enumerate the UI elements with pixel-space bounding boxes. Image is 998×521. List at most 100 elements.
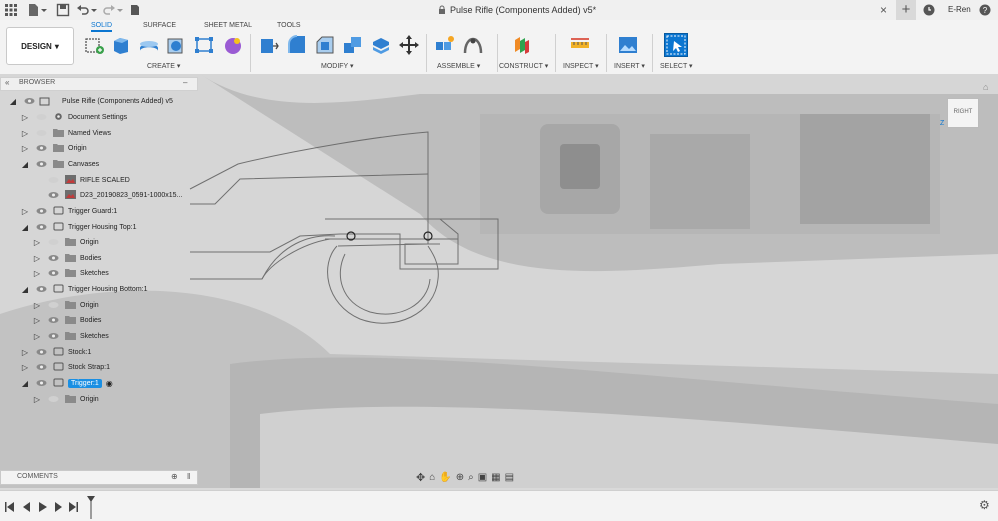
expand-toggle-icon[interactable]: ▷: [20, 144, 30, 153]
look-at-icon[interactable]: ⌂: [429, 472, 435, 483]
eye-hidden-icon[interactable]: [36, 129, 47, 137]
tree-item[interactable]: ▷ Sketches: [32, 329, 109, 343]
timeline-settings-icon[interactable]: ⚙: [979, 498, 990, 512]
eye-icon[interactable]: [24, 97, 35, 105]
eye-icon[interactable]: [36, 207, 47, 215]
tree-item[interactable]: ▷ Bodies: [32, 313, 101, 327]
expand-toggle-icon[interactable]: ▷: [32, 332, 42, 341]
tree-item[interactable]: ▷ Trigger Guard:1: [20, 204, 117, 218]
new-tab-button[interactable]: +: [896, 0, 916, 20]
browser-close-icon[interactable]: –: [183, 78, 187, 87]
job-status-icon[interactable]: [922, 3, 936, 17]
measure-icon[interactable]: [569, 34, 591, 56]
activate-radio-icon[interactable]: ◉: [106, 379, 113, 388]
eye-hidden-icon[interactable]: [48, 176, 59, 184]
save-icon[interactable]: [56, 3, 70, 17]
undo-dropdown-icon[interactable]: [90, 3, 98, 17]
rectangular-pattern-icon[interactable]: [193, 34, 215, 56]
eye-icon[interactable]: [48, 316, 59, 324]
redo-dropdown-icon[interactable]: [116, 3, 124, 17]
eye-icon[interactable]: [36, 285, 47, 293]
expand-toggle-icon[interactable]: ▷: [20, 363, 30, 372]
document-tab[interactable]: Pulse Rifle (Components Added) v5*: [438, 0, 596, 20]
joint-icon[interactable]: [462, 34, 484, 56]
eye-icon[interactable]: [48, 332, 59, 340]
tree-item[interactable]: ▷ Origin: [32, 392, 99, 406]
combine-icon[interactable]: [342, 34, 364, 56]
comments-expand-icon[interactable]: ‖: [187, 472, 190, 481]
display-settings-icon[interactable]: ▣: [478, 472, 487, 483]
add-comment-icon[interactable]: ⊕: [171, 472, 178, 481]
go-to-end-icon[interactable]: [69, 502, 78, 512]
tree-item[interactable]: ◢ Trigger Housing Top:1: [20, 220, 136, 234]
tab-tools[interactable]: TOOLS: [277, 22, 301, 29]
press-pull-icon[interactable]: [258, 34, 280, 56]
tree-item[interactable]: ▷ Bodies: [32, 251, 101, 265]
expand-toggle-icon[interactable]: ◢: [20, 223, 30, 232]
eye-icon[interactable]: [48, 191, 59, 199]
file-dropdown-icon[interactable]: [40, 3, 48, 17]
revolve-icon[interactable]: [138, 34, 160, 56]
file-icon[interactable]: [26, 3, 40, 17]
eye-hidden-icon[interactable]: [36, 113, 47, 121]
tree-item[interactable]: ◢ Trigger:1 ◉: [20, 376, 113, 390]
expand-toggle-icon[interactable]: ▷: [32, 316, 42, 325]
print-icon[interactable]: [128, 3, 142, 17]
tree-item[interactable]: ◢ Trigger Housing Bottom:1: [20, 282, 148, 296]
timeline-marker-icon[interactable]: [86, 495, 96, 519]
expand-toggle-icon[interactable]: ▷: [20, 129, 30, 138]
help-icon[interactable]: ?: [978, 3, 992, 17]
expand-toggle-icon[interactable]: ▷: [20, 348, 30, 357]
create-sketch-icon[interactable]: [83, 34, 105, 56]
inspect-menu[interactable]: INSPECT ▾: [563, 62, 599, 70]
eye-icon[interactable]: [36, 379, 47, 387]
app-grid-icon[interactable]: [4, 3, 18, 17]
select-menu[interactable]: SELECT ▾: [660, 62, 693, 70]
comments-panel[interactable]: COMMENTS ⊕ ‖: [0, 470, 198, 485]
eye-icon[interactable]: [36, 144, 47, 152]
zoom-icon[interactable]: ⊕: [456, 472, 464, 483]
orbit-icon[interactable]: ✥: [416, 471, 425, 484]
expand-toggle-icon[interactable]: ▷: [32, 301, 42, 310]
redo-icon[interactable]: [102, 3, 116, 17]
expand-toggle-icon[interactable]: ▷: [20, 207, 30, 216]
expand-toggle-icon[interactable]: ◢: [20, 285, 30, 294]
home-view-icon[interactable]: ⌂: [983, 82, 988, 92]
tab-sheet-metal[interactable]: SHEET METAL: [204, 22, 252, 29]
tree-item[interactable]: ▷ Origin: [32, 235, 99, 249]
expand-toggle-icon[interactable]: ◢: [8, 97, 18, 106]
collapse-icon[interactable]: «: [5, 78, 9, 87]
eye-hidden-icon[interactable]: [48, 238, 59, 246]
tab-solid[interactable]: SOLID: [91, 22, 113, 32]
tree-item[interactable]: ▷ Named Views: [20, 126, 111, 140]
tree-item[interactable]: ▷ Origin: [20, 141, 87, 155]
view-cube[interactable]: RIGHT: [947, 98, 979, 128]
play-icon[interactable]: [39, 502, 47, 512]
grid-icon[interactable]: ▦: [491, 472, 500, 483]
user-name[interactable]: E-Ren: [948, 5, 971, 14]
form-icon[interactable]: [222, 34, 244, 56]
new-component-icon[interactable]: [434, 34, 456, 56]
shell-icon[interactable]: [370, 34, 392, 56]
offset-plane-icon[interactable]: [511, 34, 533, 56]
tree-root[interactable]: ◢ Pulse Rifle (Components Added) v5: [8, 94, 173, 108]
chamfer-icon[interactable]: [314, 34, 336, 56]
go-to-start-icon[interactable]: [5, 502, 14, 512]
eye-hidden-icon[interactable]: [48, 301, 59, 309]
eye-icon[interactable]: [36, 348, 47, 356]
expand-toggle-icon[interactable]: ▷: [32, 395, 42, 404]
modify-menu[interactable]: MODIFY ▾: [321, 62, 354, 70]
assemble-menu[interactable]: ASSEMBLE ▾: [437, 62, 480, 70]
move-icon[interactable]: [398, 34, 420, 56]
3d-viewport[interactable]: RIGHT Z ⌂: [0, 74, 998, 488]
browser-panel-header[interactable]: « BROWSER –: [0, 77, 198, 91]
expand-toggle-icon[interactable]: ▷: [32, 254, 42, 263]
tree-item[interactable]: ▷ Document Settings: [20, 110, 127, 124]
tree-item[interactable]: ▷ Stock:1: [20, 345, 91, 359]
step-back-icon[interactable]: [23, 502, 30, 512]
step-forward-icon[interactable]: [55, 502, 62, 512]
tree-item[interactable]: ▷ Stock Strap:1: [20, 360, 110, 374]
eye-icon[interactable]: [48, 254, 59, 262]
expand-toggle-icon[interactable]: ◢: [20, 379, 30, 388]
close-tab-icon[interactable]: ×: [880, 3, 887, 17]
